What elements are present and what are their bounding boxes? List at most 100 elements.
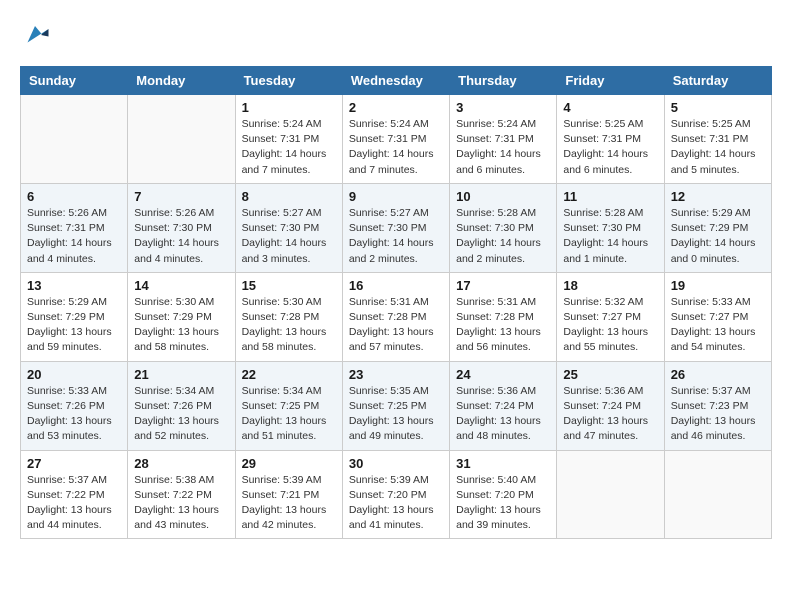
day-info: Sunrise: 5:39 AM Sunset: 7:21 PM Dayligh… bbox=[242, 473, 336, 534]
day-info: Sunrise: 5:26 AM Sunset: 7:31 PM Dayligh… bbox=[27, 206, 121, 267]
weekday-header: Saturday bbox=[664, 67, 771, 95]
day-number: 12 bbox=[671, 189, 765, 204]
calendar-day-cell: 12Sunrise: 5:29 AM Sunset: 7:29 PM Dayli… bbox=[664, 183, 771, 272]
day-number: 28 bbox=[134, 456, 228, 471]
day-info: Sunrise: 5:28 AM Sunset: 7:30 PM Dayligh… bbox=[563, 206, 657, 267]
day-info: Sunrise: 5:39 AM Sunset: 7:20 PM Dayligh… bbox=[349, 473, 443, 534]
calendar-day-cell: 26 Sunrise: 5:37 AM Sunset: 7:23 PM Dayli… bbox=[664, 361, 771, 450]
day-number: 4 bbox=[563, 100, 657, 115]
calendar-day-cell bbox=[664, 450, 771, 539]
calendar-day-cell: 14Sunrise: 5:30 AM Sunset: 7:29 PM Dayli… bbox=[128, 272, 235, 361]
day-info: Sunrise: 5:27 AM Sunset: 7:30 PM Dayligh… bbox=[349, 206, 443, 267]
day-info: Sunrise: 5:26 AM Sunset: 7:30 PM Dayligh… bbox=[134, 206, 228, 267]
day-number: 3 bbox=[456, 100, 550, 115]
calendar-day-cell: 9 Sunrise: 5:27 AM Sunset: 7:30 PM Daylig… bbox=[342, 183, 449, 272]
day-number: 9 bbox=[349, 189, 443, 204]
logo-icon bbox=[20, 20, 50, 50]
day-number: 23 bbox=[349, 367, 443, 382]
weekday-header: Wednesday bbox=[342, 67, 449, 95]
day-number: 31 bbox=[456, 456, 550, 471]
calendar-day-cell: 4Sunrise: 5:25 AM Sunset: 7:31 PM Daylig… bbox=[557, 95, 664, 184]
calendar-day-cell: 20 Sunrise: 5:33 AM Sunset: 7:26 PM Dayli… bbox=[21, 361, 128, 450]
weekday-header: Friday bbox=[557, 67, 664, 95]
day-number: 20 bbox=[27, 367, 121, 382]
calendar-week-row: 1 Sunrise: 5:24 AM Sunset: 7:31 PM Daylig… bbox=[21, 95, 772, 184]
calendar-day-cell bbox=[21, 95, 128, 184]
calendar-day-cell: 13 Sunrise: 5:29 AM Sunset: 7:29 PM Dayli… bbox=[21, 272, 128, 361]
day-number: 16 bbox=[349, 278, 443, 293]
calendar-day-cell: 15 Sunrise: 5:30 AM Sunset: 7:28 PM Dayli… bbox=[235, 272, 342, 361]
day-info: Sunrise: 5:37 AM Sunset: 7:23 PM Dayligh… bbox=[671, 384, 765, 445]
calendar-day-cell: 22 Sunrise: 5:34 AM Sunset: 7:25 PM Dayli… bbox=[235, 361, 342, 450]
day-number: 10 bbox=[456, 189, 550, 204]
calendar-day-cell: 18 Sunrise: 5:32 AM Sunset: 7:27 PM Dayli… bbox=[557, 272, 664, 361]
calendar-day-cell: 24Sunrise: 5:36 AM Sunset: 7:24 PM Dayli… bbox=[450, 361, 557, 450]
day-number: 1 bbox=[242, 100, 336, 115]
day-number: 11 bbox=[563, 189, 657, 204]
day-info: Sunrise: 5:33 AM Sunset: 7:27 PM Dayligh… bbox=[671, 295, 765, 356]
calendar-table: SundayMondayTuesdayWednesdayThursdayFrid… bbox=[20, 66, 772, 539]
day-number: 13 bbox=[27, 278, 121, 293]
day-number: 22 bbox=[242, 367, 336, 382]
calendar-day-cell: 17Sunrise: 5:31 AM Sunset: 7:28 PM Dayli… bbox=[450, 272, 557, 361]
day-number: 19 bbox=[671, 278, 765, 293]
day-number: 29 bbox=[242, 456, 336, 471]
day-info: Sunrise: 5:33 AM Sunset: 7:26 PM Dayligh… bbox=[27, 384, 121, 445]
day-number: 15 bbox=[242, 278, 336, 293]
calendar-day-cell: 25 Sunrise: 5:36 AM Sunset: 7:24 PM Dayli… bbox=[557, 361, 664, 450]
day-info: Sunrise: 5:31 AM Sunset: 7:28 PM Dayligh… bbox=[349, 295, 443, 356]
day-number: 2 bbox=[349, 100, 443, 115]
day-number: 8 bbox=[242, 189, 336, 204]
calendar-day-cell: 6 Sunrise: 5:26 AM Sunset: 7:31 PM Daylig… bbox=[21, 183, 128, 272]
day-info: Sunrise: 5:30 AM Sunset: 7:28 PM Dayligh… bbox=[242, 295, 336, 356]
day-info: Sunrise: 5:34 AM Sunset: 7:26 PM Dayligh… bbox=[134, 384, 228, 445]
weekday-header: Tuesday bbox=[235, 67, 342, 95]
day-info: Sunrise: 5:24 AM Sunset: 7:31 PM Dayligh… bbox=[456, 117, 550, 178]
calendar-day-cell: 30Sunrise: 5:39 AM Sunset: 7:20 PM Dayli… bbox=[342, 450, 449, 539]
calendar-header-row: SundayMondayTuesdayWednesdayThursdayFrid… bbox=[21, 67, 772, 95]
day-info: Sunrise: 5:35 AM Sunset: 7:25 PM Dayligh… bbox=[349, 384, 443, 445]
day-info: Sunrise: 5:25 AM Sunset: 7:31 PM Dayligh… bbox=[671, 117, 765, 178]
weekday-header: Monday bbox=[128, 67, 235, 95]
calendar-week-row: 6 Sunrise: 5:26 AM Sunset: 7:31 PM Daylig… bbox=[21, 183, 772, 272]
weekday-header: Sunday bbox=[21, 67, 128, 95]
day-number: 25 bbox=[563, 367, 657, 382]
logo bbox=[20, 20, 52, 50]
day-number: 6 bbox=[27, 189, 121, 204]
calendar-day-cell: 5 Sunrise: 5:25 AM Sunset: 7:31 PM Daylig… bbox=[664, 95, 771, 184]
day-number: 7 bbox=[134, 189, 228, 204]
day-number: 26 bbox=[671, 367, 765, 382]
page-header bbox=[20, 20, 772, 50]
calendar-day-cell: 23 Sunrise: 5:35 AM Sunset: 7:25 PM Dayli… bbox=[342, 361, 449, 450]
calendar-day-cell: 1Sunrise: 5:24 AM Sunset: 7:31 PM Daylig… bbox=[235, 95, 342, 184]
calendar-day-cell: 3 Sunrise: 5:24 AM Sunset: 7:31 PM Daylig… bbox=[450, 95, 557, 184]
calendar-day-cell: 16 Sunrise: 5:31 AM Sunset: 7:28 PM Dayli… bbox=[342, 272, 449, 361]
calendar-day-cell: 21 Sunrise: 5:34 AM Sunset: 7:26 PM Dayli… bbox=[128, 361, 235, 450]
calendar-day-cell: 7 Sunrise: 5:26 AM Sunset: 7:30 PM Daylig… bbox=[128, 183, 235, 272]
day-number: 18 bbox=[563, 278, 657, 293]
day-info: Sunrise: 5:34 AM Sunset: 7:25 PM Dayligh… bbox=[242, 384, 336, 445]
day-info: Sunrise: 5:27 AM Sunset: 7:30 PM Dayligh… bbox=[242, 206, 336, 267]
day-number: 21 bbox=[134, 367, 228, 382]
calendar-day-cell: 8 Sunrise: 5:27 AM Sunset: 7:30 PM Daylig… bbox=[235, 183, 342, 272]
weekday-header: Thursday bbox=[450, 67, 557, 95]
calendar-day-cell: 27 Sunrise: 5:37 AM Sunset: 7:22 PM Dayli… bbox=[21, 450, 128, 539]
calendar-week-row: 13 Sunrise: 5:29 AM Sunset: 7:29 PM Dayli… bbox=[21, 272, 772, 361]
day-number: 5 bbox=[671, 100, 765, 115]
calendar-day-cell: 2 Sunrise: 5:24 AM Sunset: 7:31 PM Daylig… bbox=[342, 95, 449, 184]
day-info: Sunrise: 5:32 AM Sunset: 7:27 PM Dayligh… bbox=[563, 295, 657, 356]
calendar-day-cell: 19 Sunrise: 5:33 AM Sunset: 7:27 PM Dayli… bbox=[664, 272, 771, 361]
day-info: Sunrise: 5:37 AM Sunset: 7:22 PM Dayligh… bbox=[27, 473, 121, 534]
calendar-day-cell: 31 Sunrise: 5:40 AM Sunset: 7:20 PM Dayli… bbox=[450, 450, 557, 539]
day-number: 27 bbox=[27, 456, 121, 471]
calendar-day-cell: 11 Sunrise: 5:28 AM Sunset: 7:30 PM Dayli… bbox=[557, 183, 664, 272]
day-info: Sunrise: 5:36 AM Sunset: 7:24 PM Dayligh… bbox=[563, 384, 657, 445]
day-info: Sunrise: 5:24 AM Sunset: 7:31 PM Dayligh… bbox=[349, 117, 443, 178]
calendar-day-cell: 29 Sunrise: 5:39 AM Sunset: 7:21 PM Dayli… bbox=[235, 450, 342, 539]
calendar-week-row: 20 Sunrise: 5:33 AM Sunset: 7:26 PM Dayli… bbox=[21, 361, 772, 450]
day-info: Sunrise: 5:40 AM Sunset: 7:20 PM Dayligh… bbox=[456, 473, 550, 534]
calendar-day-cell bbox=[128, 95, 235, 184]
day-info: Sunrise: 5:38 AM Sunset: 7:22 PM Dayligh… bbox=[134, 473, 228, 534]
day-number: 24 bbox=[456, 367, 550, 382]
day-info: Sunrise: 5:29 AM Sunset: 7:29 PM Dayligh… bbox=[27, 295, 121, 356]
